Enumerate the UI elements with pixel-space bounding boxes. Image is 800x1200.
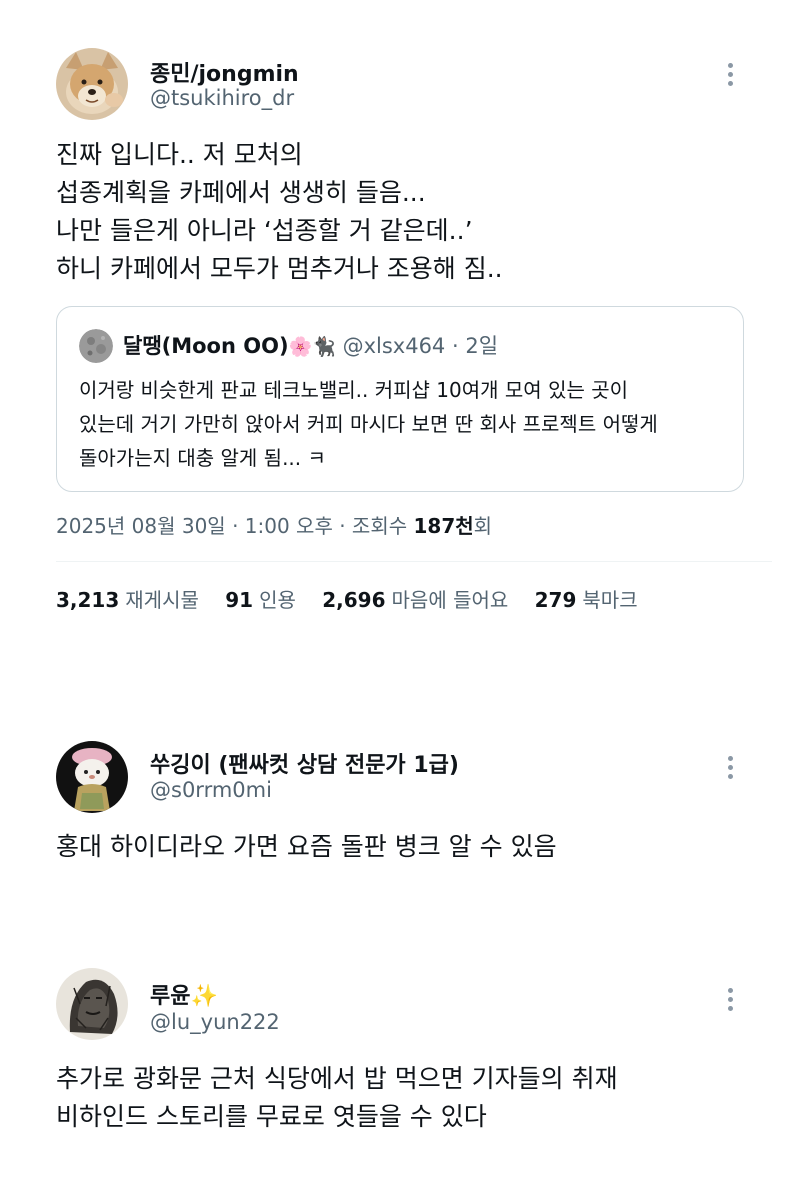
quoted-time: · 2일 [451, 334, 499, 358]
retweets-count: 3,213 [56, 588, 120, 612]
divider [56, 561, 772, 562]
more-vertical-icon[interactable] [727, 63, 735, 91]
quoted-name-emoji: 🌸🐈‍⬛ [288, 336, 336, 358]
more-vertical-icon[interactable] [727, 988, 735, 1016]
quoted-text: 이거랑 비슷한게 판교 테크노밸리.. 커피샵 10여개 모여 있는 곳이 있는… [79, 373, 658, 475]
engagement-stats: 3,213 재게시물 91 인용 2,696 마음에 들어요 279 북마크 [56, 584, 658, 613]
avatar-reply-2[interactable] [56, 968, 128, 1040]
views-count: 187천 [413, 514, 474, 538]
bookmarks-stat[interactable]: 279 북마크 [535, 588, 638, 612]
reply-text: 홍대 하이디라오 가면 요즘 돌판 병크 알 수 있음 [56, 828, 557, 866]
quotes-stat[interactable]: 91 인용 [225, 588, 296, 612]
retweets-stat[interactable]: 3,213 재게시물 [56, 588, 199, 612]
quoted-text-line: 있는데 거기 가만히 앉아서 커피 마시다 보면 딴 회사 프로젝트 어떻게 [79, 412, 658, 436]
bookmarks-label: 북마크 [582, 588, 638, 612]
avatar-reply-1[interactable] [56, 741, 128, 813]
reply-text: 추가로 광화문 근처 식당에서 밥 먹으면 기자들의 취재 비하인드 스토리를 … [56, 1060, 618, 1136]
quoted-text-line: 돌아가는지 대충 알게 됨... ㅋ [79, 446, 326, 470]
quoted-handle[interactable]: @xlsx464 [343, 334, 446, 358]
quoted-display-name[interactable]: 달땡(Moon OO) [123, 334, 289, 358]
likes-count: 2,696 [322, 588, 386, 612]
quoted-header: 달땡(Moon OO)🌸🐈‍⬛ @xlsx464 · 2일 [123, 329, 498, 364]
tweet-text: 진짜 입니다.. 저 모처의 섭종계획을 카페에서 생생히 들음... 나만 들… [56, 136, 503, 288]
tweet-text-line: 진짜 입니다.. 저 모처의 [56, 140, 303, 169]
avatar-jongmin[interactable] [56, 48, 128, 120]
tweet-text-line: 나만 들은게 아니라 ‘섭종할 거 같은데..’ [56, 216, 473, 245]
tweet-timestamp[interactable]: 2025년 08월 30일 · 1:00 오후 · 조회수 187천회 [56, 510, 492, 539]
quotes-label: 인용 [259, 588, 296, 612]
reply-display-name[interactable]: 루윤✨ [150, 978, 218, 1010]
quotes-count: 91 [225, 588, 254, 612]
reply-text-line: 추가로 광화문 근처 식당에서 밥 먹으면 기자들의 취재 [56, 1064, 618, 1093]
retweets-label: 재게시물 [125, 588, 199, 612]
likes-stat[interactable]: 2,696 마음에 들어요 [322, 588, 508, 612]
quoted-avatar-moon[interactable] [79, 329, 113, 363]
tweet-text-line: 섭종계획을 카페에서 생생히 들음... [56, 178, 426, 207]
reply-text-line: 홍대 하이디라오 가면 요즘 돌판 병크 알 수 있음 [56, 832, 557, 861]
more-vertical-icon[interactable] [727, 756, 735, 784]
views-suffix: 회 [473, 514, 493, 538]
quoted-text-line: 이거랑 비슷한게 판교 테크노밸리.. 커피샵 10여개 모여 있는 곳이 [79, 378, 629, 402]
display-name[interactable]: 종민/jongmin [150, 56, 299, 88]
quoted-tweet[interactable]: 달땡(Moon OO)🌸🐈‍⬛ @xlsx464 · 2일 이거랑 비슷한게 판… [56, 306, 744, 492]
timestamp-text: 2025년 08월 30일 · 1:00 오후 · 조회수 [56, 514, 414, 538]
bookmarks-count: 279 [534, 588, 577, 612]
handle[interactable]: @tsukihiro_dr [150, 86, 294, 110]
reply-display-name[interactable]: 쑤깅이 (팬싸컷 상담 전문가 1급) [150, 747, 459, 779]
likes-label: 마음에 들어요 [391, 588, 509, 612]
reply-handle[interactable]: @lu_yun222 [150, 1010, 280, 1034]
reply-handle[interactable]: @s0rrm0mi [150, 778, 272, 802]
tweet-text-line: 하니 카페에서 모두가 멈추거나 조용해 짐.. [56, 254, 503, 283]
reply-text-line: 비하인드 스토리를 무료로 엿들을 수 있다 [56, 1102, 487, 1131]
